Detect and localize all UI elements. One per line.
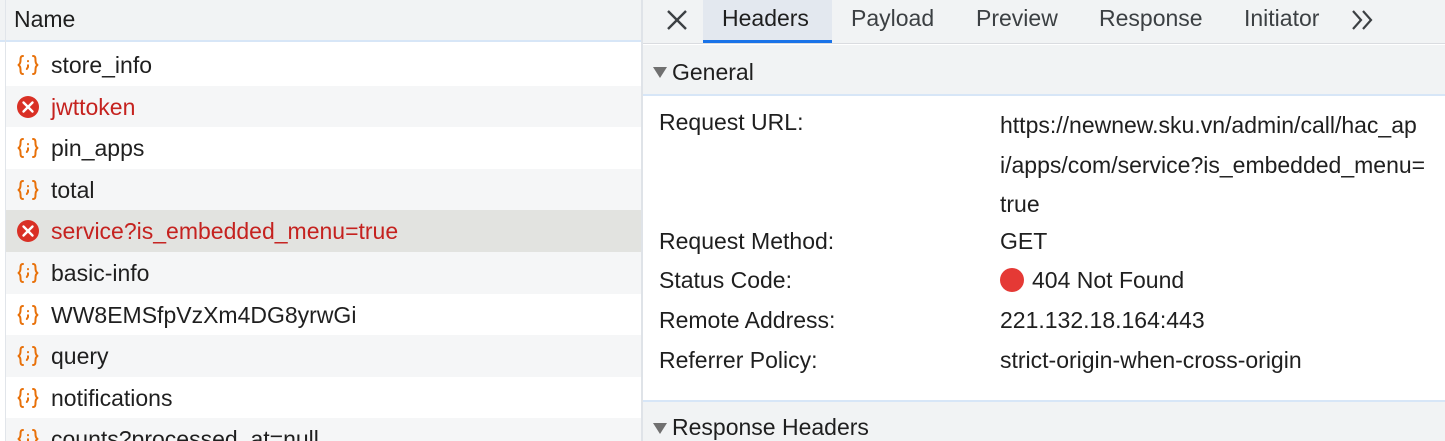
xhr-braces-icon (16, 136, 40, 160)
tab-initiator-label: Initiator (1244, 5, 1320, 31)
request-list-pane: Name store_info jwttoken pin_appstotal serv… (0, 0, 641, 441)
request-row-label: query (51, 343, 109, 370)
request-row-label: store_info (51, 52, 153, 78)
request-row[interactable]: service?is_embedded_menu=true (6, 210, 641, 252)
request-url-line: true (1000, 191, 1040, 218)
request-url-value[interactable]: https://newnew.sku.vn/admin/call/hac_ap … (1000, 106, 1445, 225)
request-row[interactable]: basic-info (6, 251, 641, 294)
general-section-header[interactable]: General (643, 45, 1445, 96)
request-row[interactable]: counts?processed_at=null (6, 418, 641, 441)
request-list-header[interactable]: Name (0, 0, 641, 42)
request-row[interactable]: WW8EMSfpVzXm4DG8yrwGi (6, 294, 641, 336)
request-method-label: Request Method: (659, 228, 835, 254)
request-row-label: pin_apps (51, 135, 145, 162)
expand-triangle-icon (653, 67, 667, 78)
request-details-pane: Headers Payload Preview Response Initiat… (643, 0, 1445, 441)
xhr-braces-icon (16, 53, 40, 77)
tab-headers[interactable]: Headers (703, 0, 832, 43)
request-url-line: https://newnew.sku.vn/admin/call/hac_ap (1000, 112, 1417, 138)
request-row-label: WW8EMSfpVzXm4DG8yrwGi (51, 301, 357, 328)
request-row-label: jwttoken (51, 93, 136, 120)
request-url-line: i/apps/com/service?is_embedded_menu= (1000, 151, 1426, 178)
close-icon[interactable] (663, 6, 691, 34)
xhr-braces-icon (16, 178, 40, 202)
chevron-double-right-icon[interactable] (1349, 6, 1377, 34)
request-url-label: Request URL: (659, 109, 804, 135)
referrer-policy-label: Referrer Policy: (659, 347, 818, 373)
status-error-dot-icon (1000, 268, 1024, 292)
request-row-label: total (51, 176, 95, 203)
request-row[interactable]: query (6, 335, 641, 377)
request-row[interactable]: notifications (6, 377, 641, 419)
xhr-braces-icon (16, 261, 40, 285)
request-method-value: GET (1000, 228, 1048, 254)
tab-headers-label: Headers (722, 5, 809, 31)
general-section-title: General (672, 59, 754, 85)
response-headers-section-title: Response Headers (672, 414, 869, 440)
response-headers-section-header[interactable]: Response Headers (643, 400, 1445, 441)
tab-payload[interactable]: Payload (832, 0, 953, 43)
status-code-value: 404 Not Found (1032, 267, 1185, 293)
error-circle-icon (16, 95, 40, 119)
request-row[interactable]: jwttoken (6, 85, 641, 128)
request-row[interactable]: total (6, 168, 641, 211)
request-row-label: notifications (51, 384, 173, 411)
request-row[interactable]: pin_apps (6, 127, 641, 169)
xhr-braces-icon (16, 386, 40, 410)
xhr-braces-icon (16, 427, 40, 441)
error-circle-icon (16, 219, 40, 243)
remote-address-value: 221.132.18.164:443 (1000, 307, 1205, 333)
details-tabbar: Headers Payload Preview Response Initiat… (643, 0, 1445, 44)
tab-initiator[interactable]: Initiator (1224, 0, 1340, 43)
xhr-braces-icon (16, 344, 40, 368)
referrer-policy-value: strict-origin-when-cross-origin (1000, 347, 1302, 373)
tab-response[interactable]: Response (1079, 0, 1217, 43)
xhr-braces-icon (16, 303, 40, 327)
request-row-label: service?is_embedded_menu=true (51, 218, 399, 245)
request-list-rows: store_info jwttoken pin_appstotal service?i… (6, 44, 641, 441)
expand-triangle-icon (653, 423, 667, 434)
devtools-network-panel: Name store_info jwttoken pin_appstotal serv… (0, 0, 1445, 441)
status-code-label: Status Code: (659, 267, 792, 293)
request-row[interactable]: store_info (6, 44, 641, 86)
tab-preview-label: Preview (976, 5, 1058, 31)
name-column-header[interactable]: Name (14, 5, 75, 33)
tab-payload-label: Payload (851, 5, 935, 31)
request-row-label: basic-info (51, 259, 150, 286)
request-row-label: counts?processed_at=null (51, 426, 319, 441)
remote-address-label: Remote Address: (659, 307, 836, 333)
tab-preview[interactable]: Preview (956, 0, 1074, 43)
tab-response-label: Response (1099, 5, 1203, 31)
